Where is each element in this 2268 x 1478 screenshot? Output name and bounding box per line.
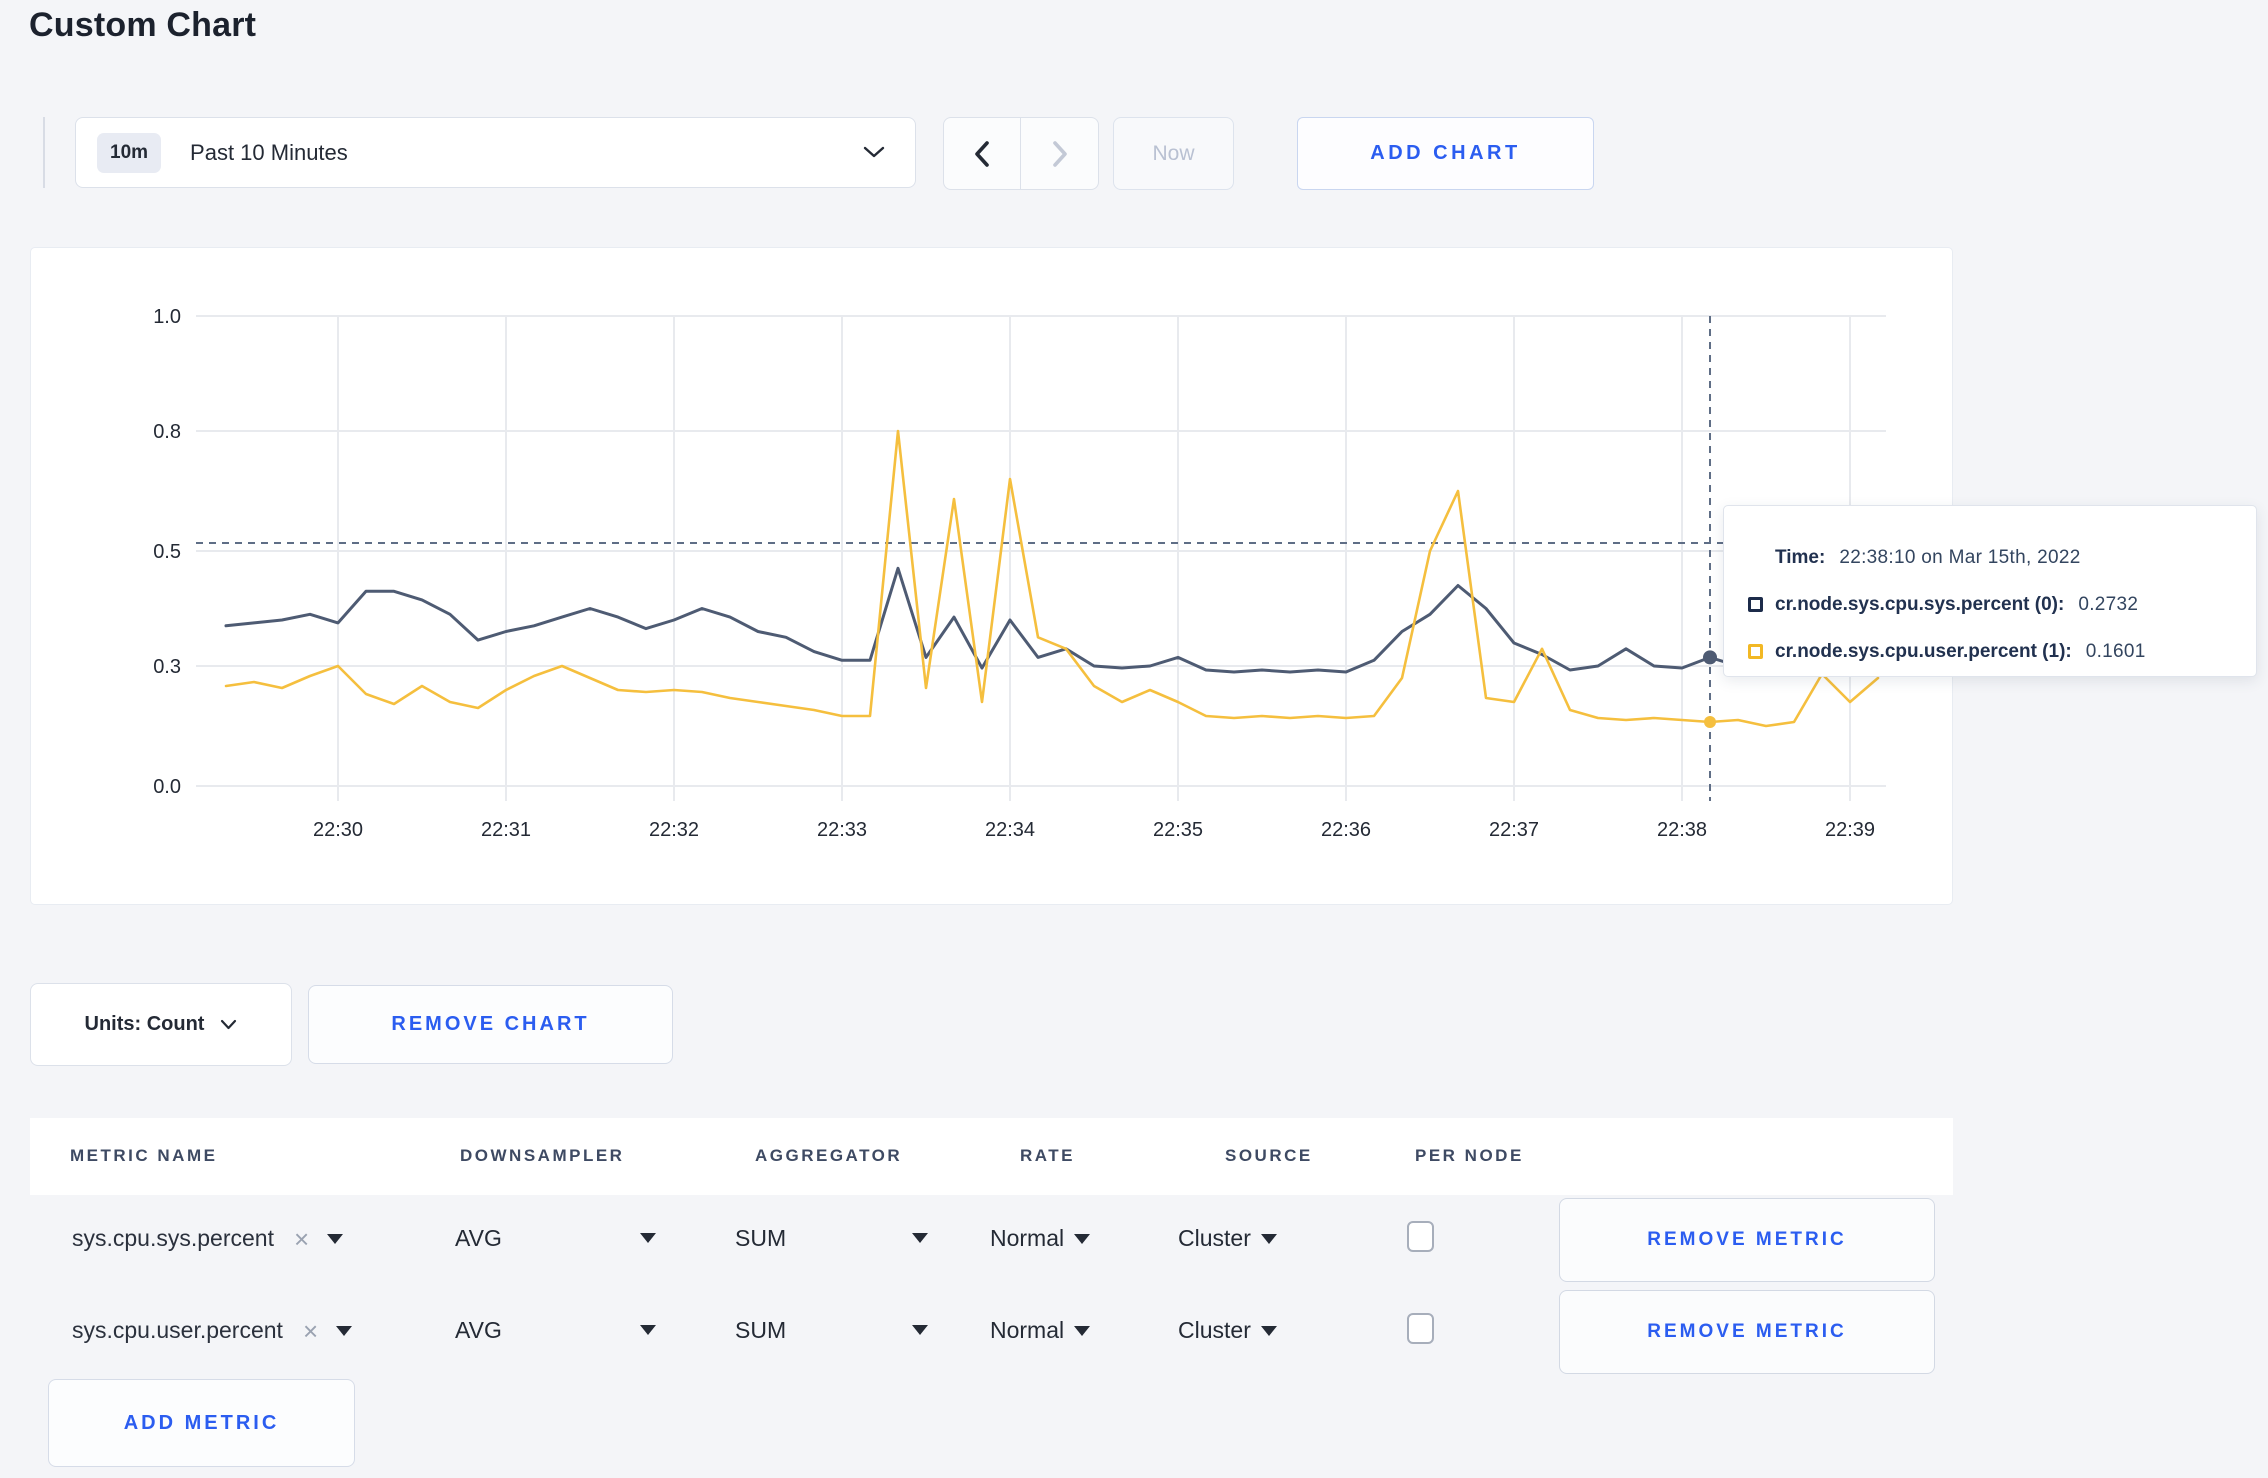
chevron-down-icon (1260, 1233, 1277, 1244)
chart-card: 0.0 0.3 0.5 0.8 1.0 22:30 22:31 22:32 22:33 22:34… (30, 247, 1953, 905)
metrics-table-body: sys.cpu.sys.percent × AVG SUM Normal Clu… (30, 1195, 1953, 1478)
time-nav-group (943, 117, 1100, 190)
table-row: sys.cpu.user.percent × AVG SUM Normal Cl… (30, 1287, 1953, 1378)
chevron-down-icon (863, 145, 885, 159)
chevron-down-icon (1074, 1325, 1091, 1336)
x-axis-label: 22:35 (1153, 819, 1203, 841)
chevron-down-icon (327, 1233, 344, 1244)
downsampler-caret-icon[interactable] (640, 1233, 656, 1243)
clear-metric-icon[interactable]: × (303, 1318, 318, 1344)
time-range-select[interactable]: 10m Past 10 Minutes (75, 117, 916, 188)
x-axis-label: 22:32 (649, 819, 699, 841)
remove-chart-button[interactable]: REMOVE CHART (308, 985, 673, 1064)
metrics-table-header: METRIC NAME DOWNSAMPLER AGGREGATOR RATE … (30, 1118, 1953, 1195)
units-select-label: Units: Count (84, 1013, 205, 1035)
sys-series-swatch-icon (1748, 597, 1763, 612)
x-axis-label: 22:36 (1321, 819, 1371, 841)
x-axis-label: 22:37 (1489, 819, 1539, 841)
header-metric-name: METRIC NAME (70, 1146, 218, 1165)
remove-metric-button[interactable]: REMOVE METRIC (1559, 1290, 1935, 1374)
header-source: SOURCE (1225, 1146, 1313, 1165)
rate-value: Normal (990, 1317, 1065, 1343)
tooltip-time-value: 22:38:10 on Mar 15th, 2022 (1839, 546, 2081, 568)
tooltip-user-row: cr.node.sys.cpu.user.percent (1): 0.1601 (1724, 628, 2256, 675)
downsampler-value[interactable]: AVG (455, 1317, 502, 1344)
y-axis-label: 0.5 (153, 541, 181, 563)
x-axis-label: 22:38 (1657, 819, 1707, 841)
header-aggregator: AGGREGATOR (755, 1146, 903, 1165)
time-range-label: Past 10 Minutes (190, 139, 348, 165)
header-rate: RATE (1020, 1146, 1076, 1165)
now-button[interactable]: Now (1113, 117, 1234, 190)
x-axis-label: 22:34 (985, 819, 1035, 841)
custom-chart-page: Custom Chart 10m Past 10 Minutes Now ADD… (0, 0, 2268, 1478)
user-series-line (224, 429, 1880, 728)
metric-name-select[interactable]: sys.cpu.sys.percent × (72, 1225, 344, 1252)
chevron-down-icon (1260, 1325, 1277, 1336)
header-per-node: PER NODE (1415, 1146, 1524, 1165)
user-series-swatch-icon (1748, 644, 1763, 659)
x-axis-label: 22:30 (313, 819, 363, 841)
sys-hover-dot (1703, 650, 1718, 665)
x-axis-label: 22:33 (817, 819, 867, 841)
page-title: Custom Chart (29, 6, 257, 44)
per-node-checkbox[interactable] (1407, 1313, 1434, 1344)
downsampler-caret-icon[interactable] (640, 1325, 656, 1335)
aggregator-caret-icon[interactable] (912, 1325, 928, 1335)
source-select[interactable]: Cluster (1178, 1225, 1277, 1252)
add-chart-button[interactable]: ADD CHART (1297, 117, 1594, 190)
units-select[interactable]: Units: Count (30, 983, 292, 1066)
aggregator-value[interactable]: SUM (735, 1317, 786, 1344)
rate-select[interactable]: Normal (990, 1225, 1091, 1252)
x-axis-label: 22:39 (1825, 819, 1875, 841)
downsampler-value[interactable]: AVG (455, 1225, 502, 1252)
rate-value: Normal (990, 1225, 1065, 1251)
y-axis-label: 0.3 (153, 656, 181, 678)
tooltip-user-name: cr.node.sys.cpu.user.percent (1): (1775, 640, 2072, 662)
sys-series-line (224, 566, 1880, 674)
aggregator-value[interactable]: SUM (735, 1225, 786, 1252)
time-forward-button[interactable] (1021, 117, 1099, 190)
toolbar-divider (43, 117, 45, 188)
metric-name-value: sys.cpu.sys.percent (72, 1225, 274, 1251)
time-back-button[interactable] (943, 117, 1021, 190)
tooltip-sys-value: 0.2732 (2078, 593, 2139, 615)
aggregator-caret-icon[interactable] (912, 1233, 928, 1243)
table-row: sys.cpu.sys.percent × AVG SUM Normal Clu… (30, 1195, 1953, 1286)
tooltip-user-value: 0.1601 (2085, 640, 2146, 662)
chevron-left-icon (974, 140, 990, 167)
y-axis-label: 0.8 (153, 421, 181, 443)
source-select[interactable]: Cluster (1178, 1317, 1277, 1344)
tooltip-time-label: Time: (1775, 546, 1826, 568)
metric-name-select[interactable]: sys.cpu.user.percent × (72, 1317, 353, 1344)
per-node-checkbox[interactable] (1407, 1221, 1434, 1252)
chevron-down-icon (1074, 1233, 1091, 1244)
x-axis-label: 22:31 (481, 819, 531, 841)
chart-tooltip: Time: 22:38:10 on Mar 15th, 2022 cr.node… (1723, 505, 2257, 677)
y-axis-label: 1.0 (153, 306, 181, 328)
source-value: Cluster (1178, 1225, 1251, 1251)
remove-metric-button[interactable]: REMOVE METRIC (1559, 1198, 1935, 1282)
rate-select[interactable]: Normal (990, 1317, 1091, 1344)
chevron-right-icon (1052, 140, 1068, 167)
tooltip-sys-name: cr.node.sys.cpu.sys.percent (0): (1775, 593, 2065, 615)
time-range-badge: 10m (97, 132, 162, 173)
chevron-down-icon (336, 1325, 353, 1336)
cpu-usage-chart[interactable]: 0.0 0.3 0.5 0.8 1.0 22:30 22:31 22:32 22:33 22:34… (31, 248, 1954, 906)
y-axis-label: 0.0 (153, 776, 181, 798)
tooltip-time-row: Time: 22:38:10 on Mar 15th, 2022 (1724, 534, 2256, 581)
header-downsampler: DOWNSAMPLER (460, 1146, 625, 1165)
add-metric-button[interactable]: ADD METRIC (48, 1379, 355, 1467)
metric-name-value: sys.cpu.user.percent (72, 1317, 283, 1343)
user-hover-dot (1704, 715, 1717, 728)
tooltip-sys-row: cr.node.sys.cpu.sys.percent (0): 0.2732 (1724, 581, 2256, 628)
source-value: Cluster (1178, 1317, 1251, 1343)
clear-metric-icon[interactable]: × (294, 1226, 309, 1252)
chevron-down-icon (220, 1019, 237, 1030)
